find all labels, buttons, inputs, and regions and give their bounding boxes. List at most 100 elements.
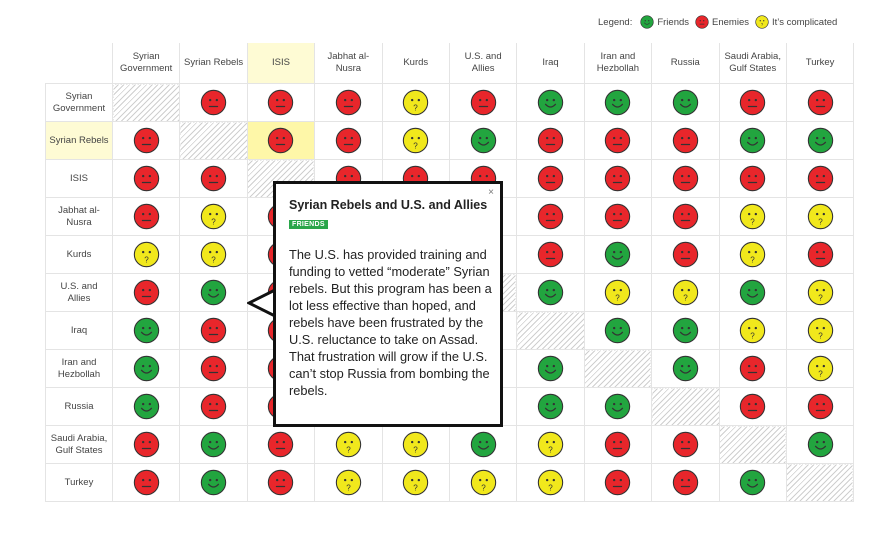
relationship-cell[interactable] bbox=[516, 83, 585, 122]
relationship-cell[interactable] bbox=[246, 425, 316, 464]
column-header[interactable]: Syrian Government bbox=[111, 43, 181, 84]
relationship-cell[interactable]: ? bbox=[381, 121, 450, 160]
relationship-cell[interactable] bbox=[111, 197, 181, 236]
relationship-cell[interactable] bbox=[314, 83, 383, 122]
relationship-cell[interactable] bbox=[785, 159, 855, 198]
relationship-cell[interactable] bbox=[651, 349, 720, 388]
relationship-cell[interactable] bbox=[179, 311, 248, 350]
relationship-cell[interactable]: ? bbox=[179, 197, 248, 236]
relationship-cell[interactable] bbox=[785, 387, 855, 426]
relationship-cell[interactable] bbox=[179, 387, 248, 426]
relationship-cell[interactable]: ? bbox=[718, 235, 787, 274]
relationship-cell[interactable] bbox=[583, 425, 653, 464]
relationship-cell[interactable] bbox=[179, 349, 248, 388]
relationship-cell[interactable] bbox=[718, 349, 787, 388]
row-header[interactable]: Kurds bbox=[45, 235, 113, 274]
column-header[interactable]: Kurds bbox=[381, 43, 450, 84]
row-header[interactable]: U.S. and Allies bbox=[45, 273, 113, 312]
relationship-cell[interactable]: ? bbox=[651, 273, 720, 312]
relationship-cell[interactable] bbox=[651, 235, 720, 274]
row-header[interactable]: Syrian Government bbox=[45, 83, 113, 122]
relationship-cell[interactable] bbox=[516, 197, 585, 236]
column-header[interactable]: U.S. and Allies bbox=[448, 43, 518, 84]
relationship-cell[interactable] bbox=[111, 121, 181, 160]
relationship-cell[interactable] bbox=[718, 159, 787, 198]
relationship-cell[interactable] bbox=[314, 121, 383, 160]
column-header[interactable]: Iran and Hezbollah bbox=[583, 43, 653, 84]
relationship-cell[interactable] bbox=[785, 83, 855, 122]
relationship-cell[interactable] bbox=[583, 159, 653, 198]
relationship-cell[interactable] bbox=[651, 159, 720, 198]
relationship-cell[interactable]: ? bbox=[785, 311, 855, 350]
relationship-cell[interactable] bbox=[179, 159, 248, 198]
relationship-cell[interactable] bbox=[516, 273, 585, 312]
relationship-cell[interactable] bbox=[516, 159, 585, 198]
relationship-cell[interactable]: ? bbox=[381, 463, 450, 502]
column-header[interactable]: Jabhat al- Nusra bbox=[314, 43, 383, 84]
relationship-cell[interactable] bbox=[179, 273, 248, 312]
relationship-cell[interactable]: ? bbox=[583, 273, 653, 312]
relationship-cell[interactable] bbox=[246, 121, 316, 160]
relationship-cell[interactable] bbox=[785, 425, 855, 464]
relationship-cell[interactable] bbox=[448, 121, 518, 160]
row-header[interactable]: Iraq bbox=[45, 311, 113, 350]
relationship-cell[interactable] bbox=[651, 121, 720, 160]
relationship-cell[interactable]: ? bbox=[785, 197, 855, 236]
relationship-cell[interactable] bbox=[246, 83, 316, 122]
relationship-cell[interactable] bbox=[111, 425, 181, 464]
relationship-cell[interactable] bbox=[111, 311, 181, 350]
relationship-cell[interactable] bbox=[583, 311, 653, 350]
row-header[interactable]: Jabhat al- Nusra bbox=[45, 197, 113, 236]
close-icon[interactable]: × bbox=[488, 187, 494, 198]
relationship-cell[interactable] bbox=[583, 235, 653, 274]
relationship-cell[interactable] bbox=[651, 197, 720, 236]
relationship-cell[interactable] bbox=[111, 387, 181, 426]
relationship-cell[interactable]: ? bbox=[785, 273, 855, 312]
relationship-cell[interactable] bbox=[179, 463, 248, 502]
relationship-cell[interactable]: ? bbox=[381, 83, 450, 122]
relationship-cell[interactable] bbox=[583, 197, 653, 236]
relationship-cell[interactable] bbox=[583, 83, 653, 122]
relationship-cell[interactable] bbox=[448, 83, 518, 122]
column-header[interactable]: ISIS bbox=[246, 43, 316, 84]
relationship-cell[interactable] bbox=[651, 83, 720, 122]
relationship-cell[interactable] bbox=[718, 463, 787, 502]
relationship-cell[interactable] bbox=[785, 235, 855, 274]
column-header[interactable]: Turkey bbox=[785, 43, 855, 84]
relationship-cell[interactable] bbox=[448, 425, 518, 464]
row-header[interactable]: ISIS bbox=[45, 159, 113, 198]
relationship-cell[interactable]: ? bbox=[179, 235, 248, 274]
relationship-cell[interactable] bbox=[651, 311, 720, 350]
relationship-cell[interactable] bbox=[111, 273, 181, 312]
relationship-cell[interactable]: ? bbox=[381, 425, 450, 464]
column-header[interactable]: Saudi Arabia, Gulf States bbox=[718, 43, 787, 84]
relationship-cell[interactable] bbox=[516, 121, 585, 160]
relationship-cell[interactable] bbox=[718, 273, 787, 312]
relationship-cell[interactable]: ? bbox=[448, 463, 518, 502]
column-header[interactable]: Iraq bbox=[516, 43, 585, 84]
relationship-cell[interactable] bbox=[718, 387, 787, 426]
row-header[interactable]: Turkey bbox=[45, 463, 113, 502]
relationship-cell[interactable]: ? bbox=[516, 425, 585, 464]
relationship-cell[interactable]: ? bbox=[718, 197, 787, 236]
relationship-cell[interactable] bbox=[718, 121, 787, 160]
relationship-cell[interactable] bbox=[516, 349, 585, 388]
relationship-cell[interactable] bbox=[111, 349, 181, 388]
relationship-cell[interactable] bbox=[179, 83, 248, 122]
relationship-cell[interactable] bbox=[583, 121, 653, 160]
relationship-cell[interactable]: ? bbox=[785, 349, 855, 388]
row-header[interactable]: Iran and Hezbollah bbox=[45, 349, 113, 388]
relationship-cell[interactable]: ? bbox=[718, 311, 787, 350]
row-header[interactable]: Syrian Rebels bbox=[45, 121, 113, 160]
relationship-cell[interactable] bbox=[111, 463, 181, 502]
relationship-cell[interactable] bbox=[651, 425, 720, 464]
relationship-cell[interactable] bbox=[651, 463, 720, 502]
relationship-cell[interactable] bbox=[583, 463, 653, 502]
relationship-cell[interactable] bbox=[718, 83, 787, 122]
column-header[interactable]: Russia bbox=[651, 43, 720, 84]
relationship-cell[interactable] bbox=[516, 235, 585, 274]
relationship-cell[interactable]: ? bbox=[516, 463, 585, 502]
relationship-cell[interactable] bbox=[179, 425, 248, 464]
relationship-cell[interactable] bbox=[583, 387, 653, 426]
relationship-cell[interactable] bbox=[785, 121, 855, 160]
